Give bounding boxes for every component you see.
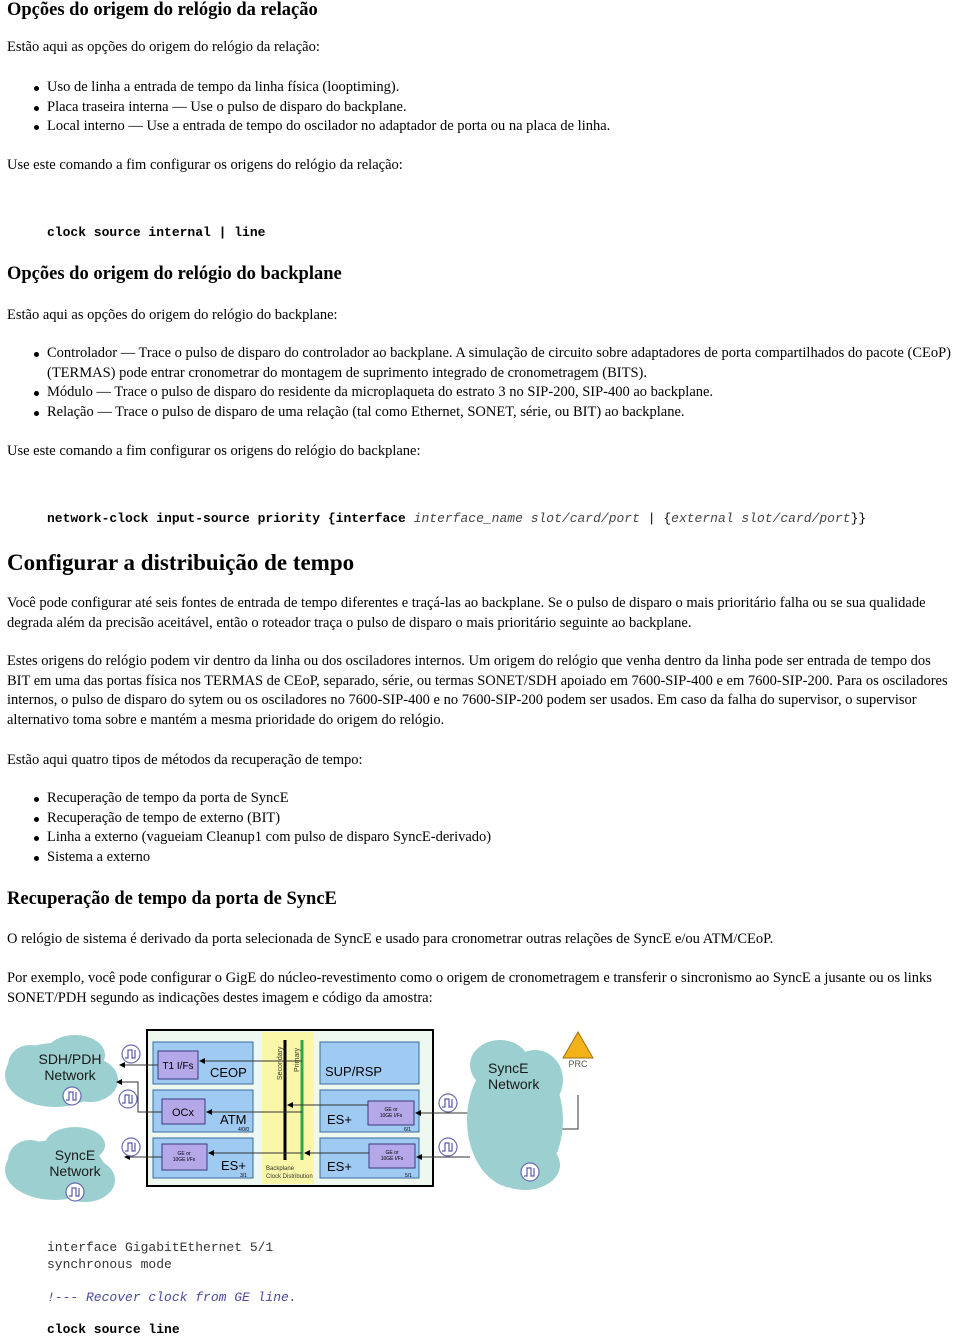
list-item: Controlador — Trace o pulso de disparo d… xyxy=(34,344,952,383)
slot-label: 6/1 xyxy=(404,1127,411,1133)
code-line: interface GigabitEthernet 5/1 xyxy=(47,1240,274,1255)
clock-pulse-icon xyxy=(121,1044,141,1064)
card-ceop: T1 I/Fs CEOP xyxy=(152,1041,254,1085)
list-item: Placa traseira interna — Use o pulso de … xyxy=(34,98,952,118)
code-argument: interface_name slot/card/port xyxy=(413,511,640,526)
interface-label: 10GE I/Fs xyxy=(381,1156,404,1162)
interface-clock-options-list: Uso de linha a entrada de tempo da linha… xyxy=(34,78,952,137)
code-argument: external slot/card/port xyxy=(671,511,851,526)
card-label: ES+ xyxy=(327,1112,352,1127)
code-command: clock source internal | line xyxy=(47,225,266,240)
timing-recovery-methods-list: Recuperação de tempo da porta de SyncE R… xyxy=(34,789,952,868)
section-heading-backplane-clock: Opções do origem do relógio do backplane xyxy=(7,264,342,284)
paragraph: Use este comando a fim configurar os ori… xyxy=(7,157,403,173)
clock-pulse-icon xyxy=(438,1137,458,1157)
card-label: SUP/RSP xyxy=(325,1064,382,1079)
list-item: Recuperação de tempo da porta de SyncE xyxy=(34,789,952,809)
clock-pulse-icon xyxy=(118,1089,138,1109)
code-separator: | { xyxy=(639,511,672,526)
paragraph: Estão aqui as opções do origem do relógi… xyxy=(7,39,320,55)
card-es-plus-5-1: GE or 10GE I/Fs ES+ 5/1 xyxy=(319,1137,420,1179)
paragraph: Use este comando a fim configurar os ori… xyxy=(7,443,421,459)
slot-label: 4/0/0 xyxy=(238,1127,249,1133)
clock-pulse-icon xyxy=(438,1093,458,1113)
backplane-label: Clock Distribution xyxy=(266,1174,313,1180)
prc-triangle-icon xyxy=(562,1030,594,1059)
card-sup-rsp: SUP/RSP xyxy=(319,1041,420,1085)
interface-label: OCx xyxy=(172,1107,195,1119)
code-end: }} xyxy=(850,511,867,526)
cloud-synce-network-right: SyncE Network xyxy=(467,1040,563,1190)
list-item: Recuperação de tempo de externo (BIT) xyxy=(34,809,952,829)
backplane-clock-options-list: Controlador — Trace o pulso de disparo d… xyxy=(34,344,952,423)
paragraph: Estão aqui as opções do origem do relógi… xyxy=(7,307,338,323)
card-label: ES+ xyxy=(221,1158,246,1173)
cloud-sdh-pdh-network: SDH/PDH Network xyxy=(5,1035,118,1107)
clock-pulse-icon xyxy=(62,1086,82,1106)
list-item: Relação — Trace o pulso de disparo de um… xyxy=(34,403,952,423)
prc-clock-source: PRC xyxy=(562,1030,594,1069)
clock-pulse-icon xyxy=(520,1162,540,1182)
code-line: clock source line xyxy=(47,1322,180,1337)
interface-label: 10GE I/Fs xyxy=(380,1113,403,1119)
code-line: synchronous mode xyxy=(47,1257,172,1272)
card-es-plus-6-1: GE or 10GE I/Fs ES+ 6/1 xyxy=(319,1089,420,1133)
interface-label: 10GE I/Fs xyxy=(173,1157,196,1163)
cloud-synce-network-left: SyncE Network xyxy=(5,1127,115,1202)
backplane-area xyxy=(262,1032,314,1184)
list-item: Local interno — Use a entrada de tempo d… xyxy=(34,117,952,137)
backplane-label: Backplane xyxy=(266,1166,295,1172)
code-command: network-clock input-source priority {int… xyxy=(47,511,866,526)
cloud-label: Network xyxy=(49,1163,101,1179)
cloud-label: SyncE xyxy=(488,1060,528,1076)
interface-label: T1 I/Fs xyxy=(162,1061,193,1072)
list-item: Módulo — Trace o pulso de disparo do res… xyxy=(34,383,952,403)
list-item: Uso de linha a entrada de tempo da linha… xyxy=(34,78,952,98)
cloud-label: SDH/PDH xyxy=(38,1051,101,1067)
clock-pulse-icon xyxy=(65,1182,85,1202)
code-keyword: network-clock input-source priority {int… xyxy=(47,511,414,526)
card-label: CEOP xyxy=(210,1065,247,1080)
synce-network-diagram: SDH/PDH Network SyncE Network Backplane … xyxy=(5,1029,594,1202)
slot-label: 5/1 xyxy=(405,1173,412,1179)
paragraph: Você pode configurar até seis fontes de … xyxy=(7,595,926,631)
cloud-label: SyncE xyxy=(55,1147,95,1163)
list-item: Sistema a externo xyxy=(34,848,952,868)
list-item: Linha a externo (vagueiam Cleanup1 com p… xyxy=(34,828,952,848)
paragraph: Por exemplo, você pode configurar o GigE… xyxy=(7,970,932,1006)
section-heading-synce-recovery: Recuperação de tempo da porta de SyncE xyxy=(7,889,337,909)
code-comment: !--- Recover clock from GE line. xyxy=(47,1290,297,1305)
card-label: ES+ xyxy=(327,1159,352,1174)
cloud-label: Network xyxy=(44,1067,96,1083)
card-es-plus-3-1: GE or 10GE I/Fs ES+ 3/1 xyxy=(152,1137,254,1179)
section-heading-timing-distribution: Configurar a distribuição de tempo xyxy=(7,550,355,575)
paragraph: Estes origens do relógio podem vir dentr… xyxy=(7,653,948,728)
bus-label-primary: Primary xyxy=(294,1047,301,1072)
section-heading-interface-clock: Opções do origem do relógio da relação xyxy=(7,0,318,20)
clock-pulse-icon xyxy=(121,1137,141,1157)
paragraph: Estão aqui quatro tipos de métodos da re… xyxy=(7,752,363,768)
cloud-label: Network xyxy=(488,1076,540,1092)
bus-label-secondary: Secondary xyxy=(277,1046,284,1080)
prc-label: PRC xyxy=(568,1059,588,1069)
paragraph: O relógio de sistema é derivado da porta… xyxy=(7,931,774,947)
slot-label: 3/1 xyxy=(240,1173,247,1179)
card-label: ATM xyxy=(220,1112,246,1127)
